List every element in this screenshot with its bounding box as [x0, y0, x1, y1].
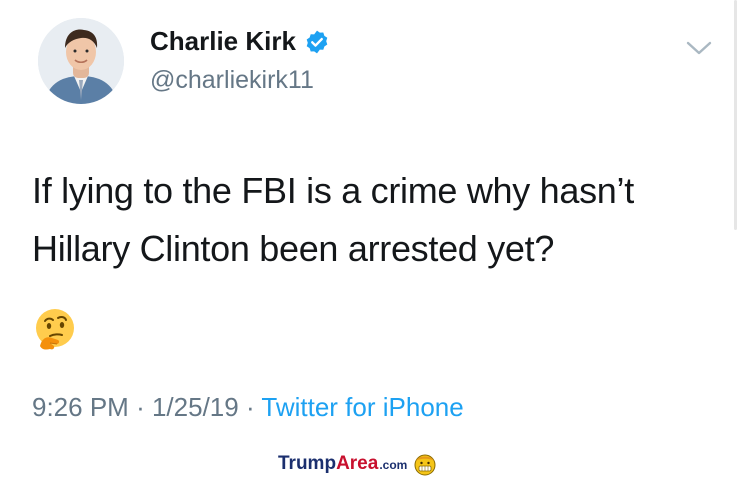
author-name-row: Charlie Kirk — [150, 26, 330, 57]
thinking-face-icon — [32, 306, 78, 352]
watermark-text: TrumpArea.com — [278, 453, 407, 475]
tweet-text: If lying to the FBI is a crime why hasn’… — [32, 162, 712, 278]
watermark-part2: Area — [336, 453, 379, 474]
metadata-separator: · — [136, 392, 145, 422]
avatar[interactable] — [38, 18, 124, 104]
scrollbar[interactable] — [734, 0, 737, 230]
chevron-down-icon[interactable] — [684, 38, 714, 58]
tweet-metadata: 9:26 PM · 1/25/19 · Twitter for iPhone — [32, 392, 464, 423]
watermark-part1: Trump — [278, 453, 337, 474]
tweet-source-link[interactable]: Twitter for iPhone — [261, 392, 463, 422]
author-handle[interactable]: @charliekirk11 — [150, 66, 314, 95]
tweet-time[interactable]: 9:26 PM — [32, 392, 129, 422]
tweet-text-line-2: Hillary Clinton been arrested yet? — [32, 228, 555, 269]
watermark: TrumpArea.com — [278, 452, 437, 476]
author-display-name[interactable]: Charlie Kirk — [150, 26, 296, 57]
watermark-suffix: .com — [379, 458, 408, 472]
tweet-date[interactable]: 1/25/19 — [152, 392, 239, 422]
verified-badge-icon — [304, 29, 330, 55]
avatar-photo — [38, 18, 124, 104]
watermark-face-icon — [413, 452, 437, 476]
tweet-text-line-1: If lying to the FBI is a crime why hasn’… — [32, 170, 634, 211]
metadata-separator: · — [245, 392, 255, 422]
